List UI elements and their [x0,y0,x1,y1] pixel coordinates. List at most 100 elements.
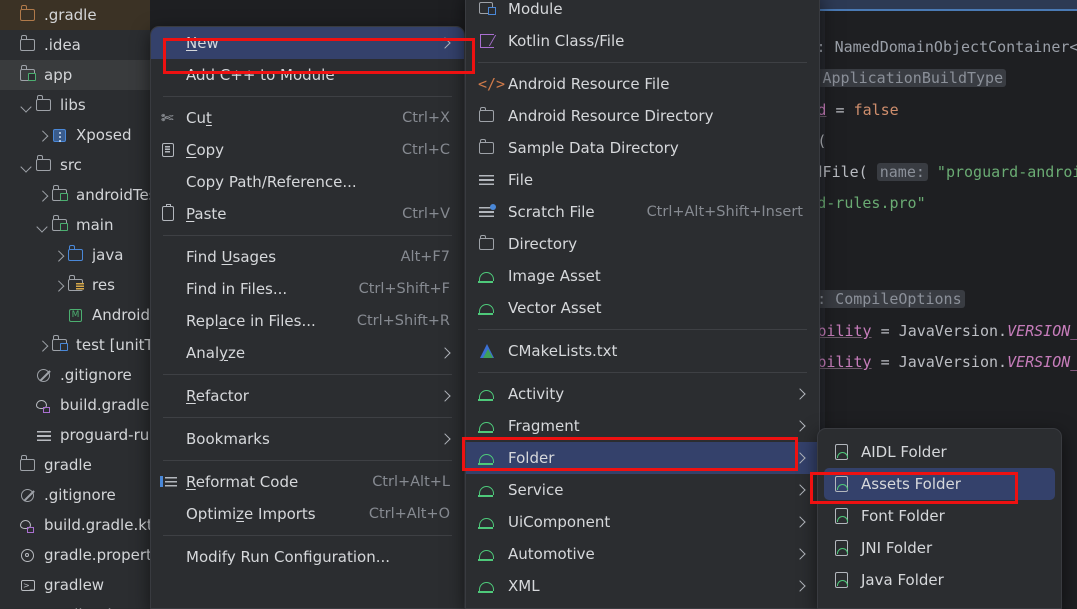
new-submenu-item[interactable]: Vector Asset [466,292,819,324]
context-menu-item-label: Find in Files... [186,280,288,298]
gitignore-icon [35,367,54,384]
tree-row[interactable]: build.gradle.kts [0,510,150,540]
folder-submenu-item[interactable]: JNI Folder [824,532,1055,564]
tree-row[interactable]: res [0,270,150,300]
new-submenu[interactable]: Module Kotlin Class/File </> Android Resour… [465,0,820,609]
chevron-down-icon[interactable] [20,159,33,172]
new-submenu-item[interactable]: Image Asset [466,260,819,292]
new-submenu-item[interactable]: Service [466,474,819,506]
context-menu-item[interactable]: Copy Ctrl+C [151,134,464,166]
context-menu-item[interactable]: New [151,27,464,59]
tree-row[interactable]: .idea [0,30,150,60]
new-submenu-item[interactable]: Android Resource Directory [466,100,819,132]
tree-row[interactable]: .gitignore [0,360,150,390]
new-submenu-item[interactable]: Directory [466,228,819,260]
new-submenu-item[interactable]: Fragment [466,410,819,442]
folder-icon [478,234,500,253]
new-submenu-item-label: Scratch File [508,203,595,221]
folder-submenu-item[interactable]: AIDL Folder [824,436,1055,468]
new-submenu-item[interactable]: UiComponent [466,506,819,538]
tree-row[interactable]: src [0,150,150,180]
chevron-right-icon[interactable] [36,339,49,352]
tree-row[interactable]: .gitignore [0,480,150,510]
tree-row[interactable]: gradle [0,450,150,480]
context-menu-item[interactable]: Paste Ctrl+V [151,198,464,230]
tree-row[interactable]: gradlew.bat [0,600,150,609]
folder-submenu-item[interactable]: Font Folder [824,500,1055,532]
new-submenu-item[interactable]: File [466,164,819,196]
new-submenu-item[interactable]: Kotlin Class/File [466,25,819,57]
menu-separator [163,535,452,536]
gradle-icon [19,517,38,534]
tree-row[interactable]: main [0,210,150,240]
folder-submenu[interactable]: AIDL Folder Assets Folder Font Folder JNI F… [817,428,1062,609]
menu-separator [478,62,807,63]
context-menu-item[interactable]: Bookmarks [151,423,464,455]
new-submenu-item[interactable]: XML [466,570,819,602]
context-menu-item[interactable]: Add C++ to Module [151,59,464,91]
tree-item-label: .idea [44,36,81,54]
tree-row[interactable]: app [0,60,150,90]
context-menu-item[interactable]: Find Usages Alt+F7 [151,241,464,273]
tree-row[interactable]: Xposed [0,120,150,150]
tree-row[interactable]: M AndroidManifest.xml [0,300,150,330]
tree-row[interactable]: proguard-rules.pro [0,420,150,450]
tree-row[interactable]: androidTest [0,180,150,210]
submenu-chevron-icon [795,516,805,528]
context-menu-item[interactable]: Refactor [151,380,464,412]
tree-row[interactable]: java [0,240,150,270]
tree-row[interactable]: gradle.properties [0,540,150,570]
menu-shortcut: Ctrl+Shift+R [356,313,450,329]
context-menu-item[interactable]: Modify Run Configuration... [151,541,464,573]
new-submenu-item[interactable]: Folder [466,442,819,474]
chevron-down-icon[interactable] [36,219,49,232]
chevron-down-icon[interactable] [20,99,33,112]
editor-top-accent-line [820,9,1077,11]
new-submenu-item[interactable]: CMakeLists.txt [466,335,819,367]
context-menu-item[interactable]: Analyze [151,337,464,369]
code-token: "proguard-android-optimize.txt" [936,163,1077,181]
code-token: VERSION_1_8 [1007,353,1077,371]
new-submenu-item[interactable]: </> Android Resource File [466,68,819,100]
tree-item-label: Xposed [76,126,132,144]
new-submenu-item-label: Kotlin Class/File [508,32,625,50]
android-icon [478,267,500,285]
context-menu-item[interactable]: Optimize Imports Ctrl+Alt+O [151,498,464,530]
new-submenu-item-label: Folder [508,449,555,467]
project-tree-sidebar[interactable]: .gradle .idea app libs Xposed src androidTest m… [0,0,150,609]
folder-icon [478,138,500,157]
context-menu-item-label: Replace in Files... [186,312,316,330]
new-submenu-item[interactable]: Sample Data Directory [466,132,819,164]
new-submenu-item[interactable]: Automotive [466,538,819,570]
context-menu-item[interactable]: Reformat Code Ctrl+Alt+L [151,466,464,498]
folder-submenu-item[interactable]: Assets Folder [824,468,1055,500]
code-line: targetCompatibility = JavaVersion.VERSIO… [820,353,1077,371]
chevron-right-icon[interactable] [36,189,49,202]
new-submenu-item[interactable]: Module [466,0,819,25]
tree-item-label: test [unitTest] [76,336,150,354]
tree-row[interactable]: .gradle [0,0,150,30]
folder-submenu-item-label: AIDL Folder [861,443,947,461]
tree-row[interactable]: >_ gradlew [0,570,150,600]
new-submenu-item[interactable]: Activity [466,378,819,410]
context-menu-item[interactable]: ✄ Cut Ctrl+X [151,102,464,134]
context-menu-item[interactable]: Find in Files... Ctrl+Shift+F [151,273,464,305]
chevron-right-icon[interactable] [52,279,65,292]
context-menu-item[interactable]: Copy Path/Reference... [151,166,464,198]
tree-row[interactable]: libs [0,90,150,120]
chevron-right-icon[interactable] [36,129,49,142]
context-menu-item-label: Bookmarks [186,430,270,448]
submenu-chevron-icon [440,390,450,402]
context-menu[interactable]: New Add C++ to Module ✄ Cut Ctrl+X Copy Ctrl+C… [150,26,465,609]
tree-item-label: gradle [44,456,92,474]
context-menu-item[interactable]: Replace in Files... Ctrl+Shift+R [151,305,464,337]
tree-row[interactable]: test [unitTest] [0,330,150,360]
tree-row[interactable]: build.gradle.kts [0,390,150,420]
chevron-right-icon[interactable] [52,249,65,262]
new-submenu-item[interactable]: Scratch File Ctrl+Alt+Shift+Insert [466,196,819,228]
new-submenu-item-label: Android Resource File [508,75,670,93]
folder-submenu-item[interactable]: Java Folder [824,564,1055,596]
